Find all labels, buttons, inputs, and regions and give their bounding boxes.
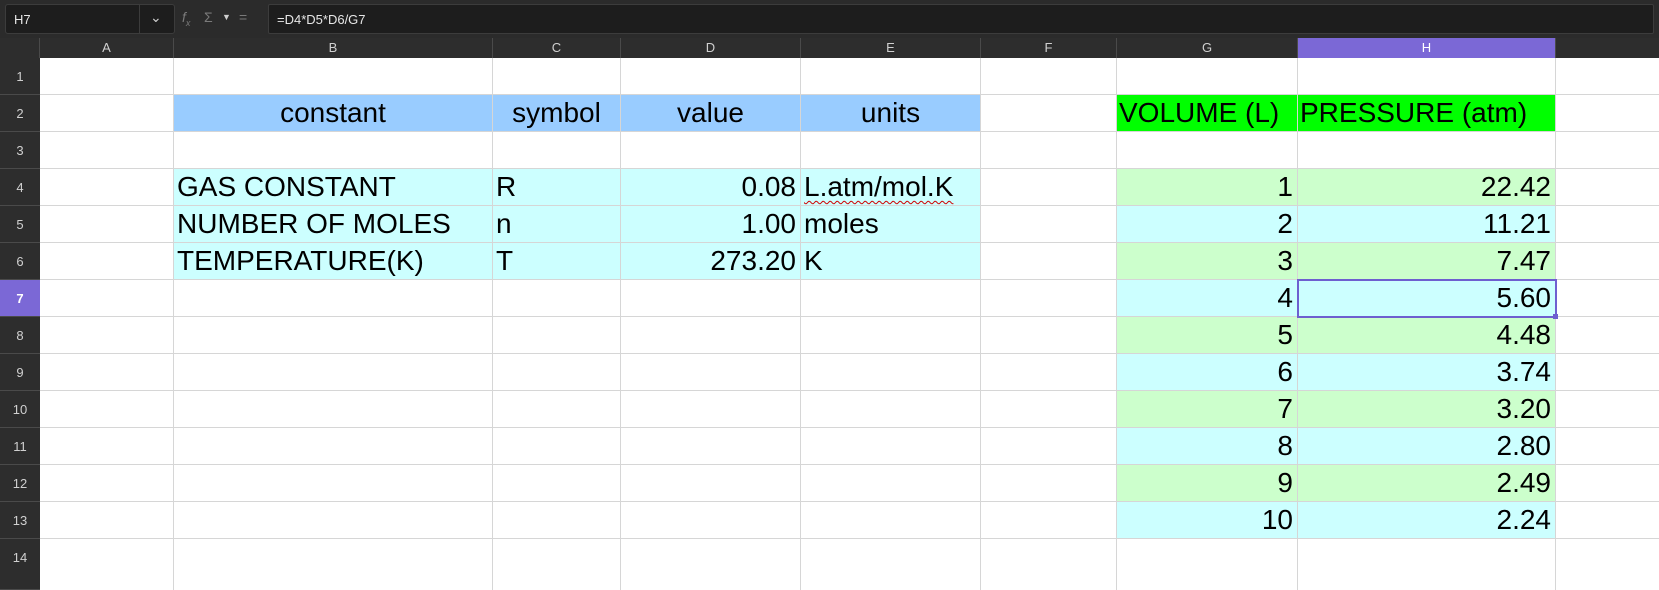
row-header-5[interactable]: 5 (0, 206, 40, 243)
row-header-10[interactable]: 10 (0, 391, 40, 428)
volume-cell[interactable]: 6 (1117, 358, 1297, 386)
header-value[interactable]: value (621, 99, 800, 127)
pressure-cell[interactable]: 7.47 (1298, 247, 1555, 275)
constant-value-cell[interactable]: 273.20 (621, 247, 800, 275)
volume-cell[interactable]: 2 (1117, 210, 1297, 238)
row-header-2[interactable]: 2 (0, 95, 40, 132)
column-header-f[interactable]: F (981, 38, 1117, 58)
grid-line (40, 205, 1659, 206)
grid-line (40, 390, 1659, 391)
chevron-down-icon: ⌄ (150, 9, 162, 25)
pressure-cell[interactable]: 3.20 (1298, 395, 1555, 423)
row-header-7[interactable]: 7 (0, 280, 40, 317)
constant-units-cell[interactable]: L.atm/mol.K (801, 173, 980, 201)
volume-cell[interactable]: 4 (1117, 284, 1297, 312)
row-header-3[interactable]: 3 (0, 132, 40, 169)
header-volume[interactable]: VOLUME (L) (1117, 99, 1297, 127)
name-box-value[interactable]: H7 (14, 12, 31, 27)
column-header-b[interactable]: B (174, 38, 493, 58)
row-headers: 1 2 3 4 5 6 7 8 9 10 11 12 13 14 (0, 58, 40, 590)
row-header-6[interactable]: 6 (0, 243, 40, 280)
sum-dropdown-chevron-icon[interactable]: ▼ (222, 12, 231, 22)
fill-handle[interactable] (1553, 314, 1558, 319)
formula-icon[interactable]: = (239, 9, 247, 25)
row-header-4[interactable]: 4 (0, 169, 40, 206)
constant-units-text: L.atm/mol.K (804, 171, 954, 202)
pressure-cell[interactable]: 11.21 (1298, 210, 1555, 238)
column-header-h[interactable]: H (1298, 38, 1556, 58)
grid-line (800, 58, 801, 590)
row-header-1[interactable]: 1 (0, 58, 40, 95)
column-header-g[interactable]: G (1117, 38, 1298, 58)
header-pressure[interactable]: PRESSURE (atm) (1298, 99, 1555, 127)
column-header-a[interactable]: A (40, 38, 174, 58)
volume-cell[interactable]: 9 (1117, 469, 1297, 497)
grid-line (40, 131, 1659, 132)
row-header-8[interactable]: 8 (0, 317, 40, 354)
column-header-c[interactable]: C (493, 38, 621, 58)
name-box[interactable]: H7 ⌄ (5, 4, 175, 34)
grid-line (980, 58, 981, 590)
grid-line (40, 279, 1659, 280)
volume-cell[interactable]: 8 (1117, 432, 1297, 460)
constant-symbol-cell[interactable]: T (493, 247, 620, 275)
pressure-cell[interactable]: 2.24 (1298, 506, 1555, 534)
column-header-e[interactable]: E (801, 38, 981, 58)
function-wizard-icon[interactable]: fx (182, 9, 190, 28)
row-header-11[interactable]: 11 (0, 428, 40, 465)
formula-toolbar: H7 ⌄ fx Σ ▼ = =D4*D5*D6/G7 (0, 0, 1659, 38)
formula-input[interactable]: =D4*D5*D6/G7 (268, 4, 1654, 34)
pressure-cell[interactable]: 22.42 (1298, 173, 1555, 201)
constant-name-cell[interactable]: TEMPERATURE(K) (174, 247, 492, 275)
grid-line (40, 168, 1659, 169)
select-all-corner[interactable] (0, 38, 40, 58)
volume-cell[interactable]: 7 (1117, 395, 1297, 423)
pressure-cell[interactable]: 4.48 (1298, 321, 1555, 349)
constant-name-cell[interactable]: NUMBER OF MOLES (174, 210, 492, 238)
pressure-cell[interactable]: 3.74 (1298, 358, 1555, 386)
name-box-dropdown-button[interactable]: ⌄ (139, 5, 174, 33)
spreadsheet-grid[interactable]: constant symbol value units GAS CONSTANT… (40, 58, 1659, 590)
volume-cell[interactable]: 10 (1117, 506, 1297, 534)
constant-units-cell[interactable]: K (801, 247, 980, 275)
column-header-i[interactable] (1556, 38, 1659, 58)
header-units[interactable]: units (801, 99, 980, 127)
constant-name-cell[interactable]: GAS CONSTANT (174, 173, 492, 201)
column-header-d[interactable]: D (621, 38, 801, 58)
header-symbol[interactable]: symbol (493, 99, 620, 127)
grid-line (1555, 58, 1556, 590)
grid-line (40, 427, 1659, 428)
row-header-12[interactable]: 12 (0, 465, 40, 502)
grid-line (40, 501, 1659, 502)
grid-line (40, 538, 1659, 539)
constant-symbol-cell[interactable]: R (493, 173, 620, 201)
pressure-cell-selected[interactable]: 5.60 (1298, 284, 1555, 312)
grid-line (40, 464, 1659, 465)
column-headers: A B C D E F G H (0, 38, 1659, 58)
grid-line (40, 353, 1659, 354)
constant-value-cell[interactable]: 1.00 (621, 210, 800, 238)
constant-value-cell[interactable]: 0.08 (621, 173, 800, 201)
volume-cell[interactable]: 5 (1117, 321, 1297, 349)
formula-text[interactable]: =D4*D5*D6/G7 (277, 12, 366, 27)
constant-units-cell[interactable]: moles (801, 210, 980, 238)
grid-line (40, 94, 1659, 95)
grid-line (620, 58, 621, 590)
grid-line (492, 58, 493, 590)
volume-cell[interactable]: 3 (1117, 247, 1297, 275)
grid-line (40, 316, 1659, 317)
sum-icon[interactable]: Σ (204, 9, 213, 25)
row-header-14[interactable]: 14 (0, 539, 40, 590)
pressure-cell[interactable]: 2.49 (1298, 469, 1555, 497)
constant-symbol-cell[interactable]: n (493, 210, 620, 238)
pressure-cell[interactable]: 2.80 (1298, 432, 1555, 460)
grid-line (173, 58, 174, 590)
header-constant[interactable]: constant (174, 99, 492, 127)
row-header-13[interactable]: 13 (0, 502, 40, 539)
grid-line (40, 242, 1659, 243)
row-header-9[interactable]: 9 (0, 354, 40, 391)
volume-cell[interactable]: 1 (1117, 173, 1297, 201)
